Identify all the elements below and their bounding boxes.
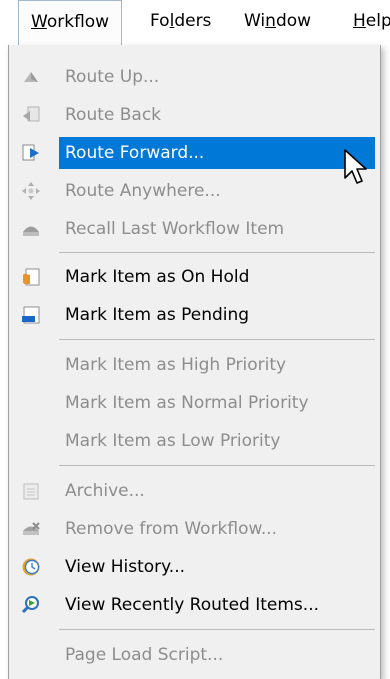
- menu-item-recall-last[interactable]: Recall Last Workflow Item: [15, 213, 375, 245]
- menu-item-archive[interactable]: Archive...: [15, 475, 375, 507]
- menu-item-label: Archive...: [65, 481, 145, 501]
- menu-item-label: Mark Item as On Hold: [65, 267, 250, 287]
- archive-icon: [21, 481, 41, 501]
- history-clock-icon: [21, 557, 41, 577]
- menu-window-accel: n: [265, 11, 276, 31]
- menu-item-label: View Recently Routed Items...: [65, 595, 319, 615]
- menu-item-label: Mark Item as Pending: [65, 305, 250, 325]
- menu-window-pre: Wi: [244, 11, 266, 31]
- menu-item-label: Route Back: [65, 105, 162, 125]
- mouse-cursor-icon: [344, 149, 367, 184]
- menu-item-view-history[interactable]: View History...: [15, 551, 375, 583]
- menu-folders-post: ders: [174, 11, 212, 31]
- on-hold-icon: [21, 267, 41, 287]
- menu-separator: [59, 629, 375, 630]
- menu-separator: [59, 252, 375, 253]
- menu-item-label: Route Anywhere...: [65, 181, 221, 201]
- menu-item-route-anywhere[interactable]: Route Anywhere...: [15, 175, 375, 207]
- menu-item-mark-on-hold[interactable]: Mark Item as On Hold: [15, 261, 375, 293]
- workflow-dropdown-menu: Route Up... Route Back Route Forward... …: [8, 45, 381, 679]
- menu-item-route-up[interactable]: Route Up...: [15, 61, 375, 93]
- menu-item-high-priority[interactable]: Mark Item as High Priority: [15, 349, 375, 381]
- menu-separator: [59, 339, 375, 340]
- menu-workflow-accel: W: [31, 12, 47, 32]
- menu-item-normal-priority[interactable]: Mark Item as Normal Priority: [15, 387, 375, 419]
- menu-item-label: Route Up...: [65, 67, 160, 87]
- menu-item-page-load-script[interactable]: Page Load Script...: [15, 639, 375, 671]
- remove-workflow-icon: [21, 519, 41, 539]
- menu-window[interactable]: Window: [232, 0, 323, 42]
- menu-bar: Workflow Folders Window Help: [0, 0, 390, 46]
- menu-item-remove-from-workflow[interactable]: Remove from Workflow...: [15, 513, 375, 545]
- menu-item-low-priority[interactable]: Mark Item as Low Priority: [15, 425, 375, 457]
- route-forward-icon: [21, 143, 41, 163]
- menu-item-label: Remove from Workflow...: [65, 519, 278, 539]
- menu-item-label: Page Load Script...: [65, 645, 224, 665]
- pending-icon: [21, 305, 41, 325]
- menu-help-accel: H: [353, 11, 366, 31]
- route-up-icon: [21, 67, 41, 87]
- menu-item-view-recently-routed[interactable]: View Recently Routed Items...: [15, 589, 375, 621]
- menu-item-label: Mark Item as Normal Priority: [65, 393, 309, 413]
- menu-folders[interactable]: Folders: [138, 0, 223, 42]
- menu-help-post: elp: [365, 11, 390, 31]
- menu-workflow-post: orkflow: [46, 12, 110, 32]
- menu-item-label: Mark Item as Low Priority: [65, 431, 281, 451]
- route-back-icon: [21, 105, 41, 125]
- menu-folders-pre: Fo: [150, 11, 170, 31]
- route-anywhere-icon: [21, 181, 41, 201]
- menu-item-label: Mark Item as High Priority: [65, 355, 287, 375]
- menu-item-mark-pending[interactable]: Mark Item as Pending: [15, 299, 375, 331]
- menu-window-post: dow: [275, 11, 312, 31]
- menu-item-route-forward[interactable]: Route Forward...: [22, 137, 375, 169]
- recently-routed-icon: [21, 595, 41, 615]
- menu-item-label: Recall Last Workflow Item: [65, 219, 285, 239]
- recall-icon: [21, 219, 41, 239]
- menu-separator: [59, 465, 375, 466]
- menu-item-route-back[interactable]: Route Back: [15, 99, 375, 131]
- menu-workflow[interactable]: Workflow: [18, 0, 123, 46]
- menu-item-label: Route Forward...: [65, 143, 205, 163]
- menu-help[interactable]: Help: [341, 0, 390, 42]
- menu-item-label: View History...: [65, 557, 186, 577]
